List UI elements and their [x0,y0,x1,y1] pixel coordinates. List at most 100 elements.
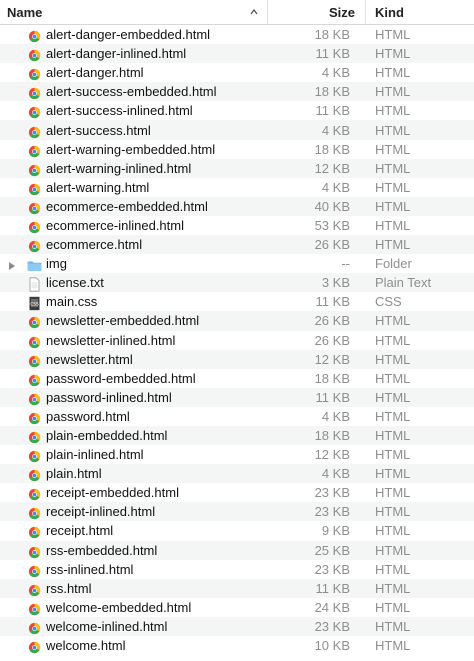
file-name: newsletter-inlined.html [46,332,176,348]
file-row[interactable]: ecommerce.html 26 KB HTML [0,235,474,255]
name-cell: rss-inlined.html [0,562,268,577]
name-cell: alert-success-embedded.html [0,84,268,101]
file-kind: HTML [375,198,411,214]
name-cell: rss-embedded.html [0,543,268,558]
file-row[interactable]: plain-embedded.html 18 KB HTML [0,425,474,446]
chrome-html-icon [27,67,42,82]
file-row[interactable]: alert-warning-embedded.html 18 KB HTML [0,140,474,159]
disclosure-triangle-icon[interactable] [8,261,16,271]
file-row[interactable]: password-embedded.html 18 KB HTML [0,369,474,388]
file-row[interactable]: password-inlined.html 11 KB HTML [0,387,474,407]
chrome-html-icon [27,506,42,521]
file-name: rss-inlined.html [46,561,134,577]
name-cell: password-embedded.html [0,371,268,386]
file-row[interactable]: alert-danger-embedded.html 18 KB HTML [0,25,474,44]
file-name: plain-embedded.html [46,428,168,444]
file-name: password-embedded.html [46,370,196,386]
chrome-html-icon [27,105,42,120]
name-cell: alert-danger-embedded.html [0,27,268,43]
file-size: 26 KB [314,313,350,329]
file-kind: Plain Text [375,275,432,291]
file-name: ecommerce-embedded.html [46,198,208,214]
name-cell: welcome-embedded.html [0,600,268,615]
name-cell: license.txt [0,275,268,292]
name-cell: receipt-embedded.html [0,485,268,501]
file-row[interactable]: alert-danger.html 4 KB HTML [0,63,474,82]
file-row[interactable]: plain-inlined.html 12 KB HTML [0,445,474,464]
file-row[interactable]: alert-danger-inlined.html 11 KB HTML [0,44,474,64]
file-row[interactable]: license.txt 3 KB Plain Text [0,273,474,293]
file-kind: HTML [375,65,411,81]
chrome-html-icon [27,564,42,579]
size-column-header[interactable]: Size [268,0,366,24]
name-cell: receipt.html [0,523,268,539]
file-row[interactable]: alert-success-inlined.html 11 KB HTML [0,101,474,120]
file-size: 18 KB [314,141,350,157]
file-row[interactable]: newsletter.html 12 KB HTML [0,349,474,369]
file-row[interactable]: newsletter-embedded.html 26 KB HTML [0,311,474,331]
kind-header-label: Kind [375,4,404,20]
file-row[interactable]: welcome-inlined.html 23 KB HTML [0,616,474,636]
file-row[interactable]: rss-embedded.html 25 KB HTML [0,540,474,560]
name-column-header[interactable]: Name [0,0,268,24]
css-file-icon: CSS [27,296,42,311]
file-row[interactable]: welcome.html 10 KB HTML [0,636,474,655]
folder-row[interactable]: img -- Folder [0,254,474,273]
file-row[interactable]: newsletter-inlined.html 26 KB HTML [0,331,474,350]
name-cell: img [0,256,268,272]
kind-column-header[interactable]: Kind [366,0,474,24]
name-cell: rss.html [0,581,268,596]
chrome-html-icon [27,48,42,63]
file-name: password.html [46,408,130,424]
file-row[interactable]: alert-warning.html 4 KB HTML [0,178,474,197]
file-size: 11 KB [315,389,350,405]
file-size: 11 KB [315,103,350,119]
chrome-html-icon [27,239,42,254]
file-name: alert-success.html [46,122,151,138]
file-row[interactable]: ecommerce-embedded.html 40 KB HTML [0,196,474,216]
file-name: license.txt [46,275,104,291]
chrome-html-icon [27,640,42,655]
file-row[interactable]: password.html 4 KB HTML [0,407,474,426]
file-list: alert-danger-embedded.html 18 KB HTML alert… [0,25,474,655]
file-size: 23 KB [314,561,350,577]
file-size: 24 KB [314,599,350,615]
file-row[interactable]: ecommerce-inlined.html 53 KB HTML [0,216,474,235]
file-row[interactable]: receipt-embedded.html 23 KB HTML [0,483,474,502]
name-cell: password.html [0,408,268,425]
file-size: 11 KB [315,294,350,310]
name-cell: ecommerce.html [0,237,268,254]
file-kind: HTML [375,103,411,119]
file-size: 23 KB [314,504,350,520]
file-size: 4 KB [321,408,350,424]
file-row[interactable]: alert-success-embedded.html 18 KB HTML [0,82,474,102]
file-kind: HTML [375,466,411,482]
file-row[interactable]: receipt.html 9 KB HTML [0,521,474,540]
file-name: receipt-inlined.html [46,504,156,520]
file-row[interactable]: rss-inlined.html 23 KB HTML [0,560,474,579]
name-cell: ecommerce-embedded.html [0,199,268,214]
name-cell: welcome.html [0,638,268,655]
file-row[interactable]: alert-success.html 4 KB HTML [0,120,474,140]
file-size: 11 KB [315,580,350,596]
file-size: 12 KB [314,160,350,176]
file-row[interactable]: plain.html 4 KB HTML [0,464,474,484]
file-row[interactable]: alert-warning-inlined.html 12 KB HTML [0,158,474,178]
file-name: alert-danger.html [46,65,144,81]
file-size: -- [341,256,350,272]
chrome-html-icon [27,86,42,101]
file-name: welcome-embedded.html [46,599,192,615]
file-row[interactable]: CSS main.css 11 KB CSS [0,292,474,311]
chrome-html-icon [27,468,42,483]
file-row[interactable]: receipt-inlined.html 23 KB HTML [0,502,474,522]
name-cell: newsletter-embedded.html [0,313,268,329]
chrome-html-icon [27,354,42,369]
file-name: rss.html [46,580,92,596]
file-kind: HTML [375,141,411,157]
name-cell: alert-warning-embedded.html [0,142,268,157]
file-row[interactable]: rss.html 11 KB HTML [0,578,474,598]
file-row[interactable]: welcome-embedded.html 24 KB HTML [0,598,474,617]
file-name: welcome-inlined.html [46,618,168,634]
name-cell: alert-success-inlined.html [0,103,268,120]
file-name: welcome.html [46,638,126,654]
